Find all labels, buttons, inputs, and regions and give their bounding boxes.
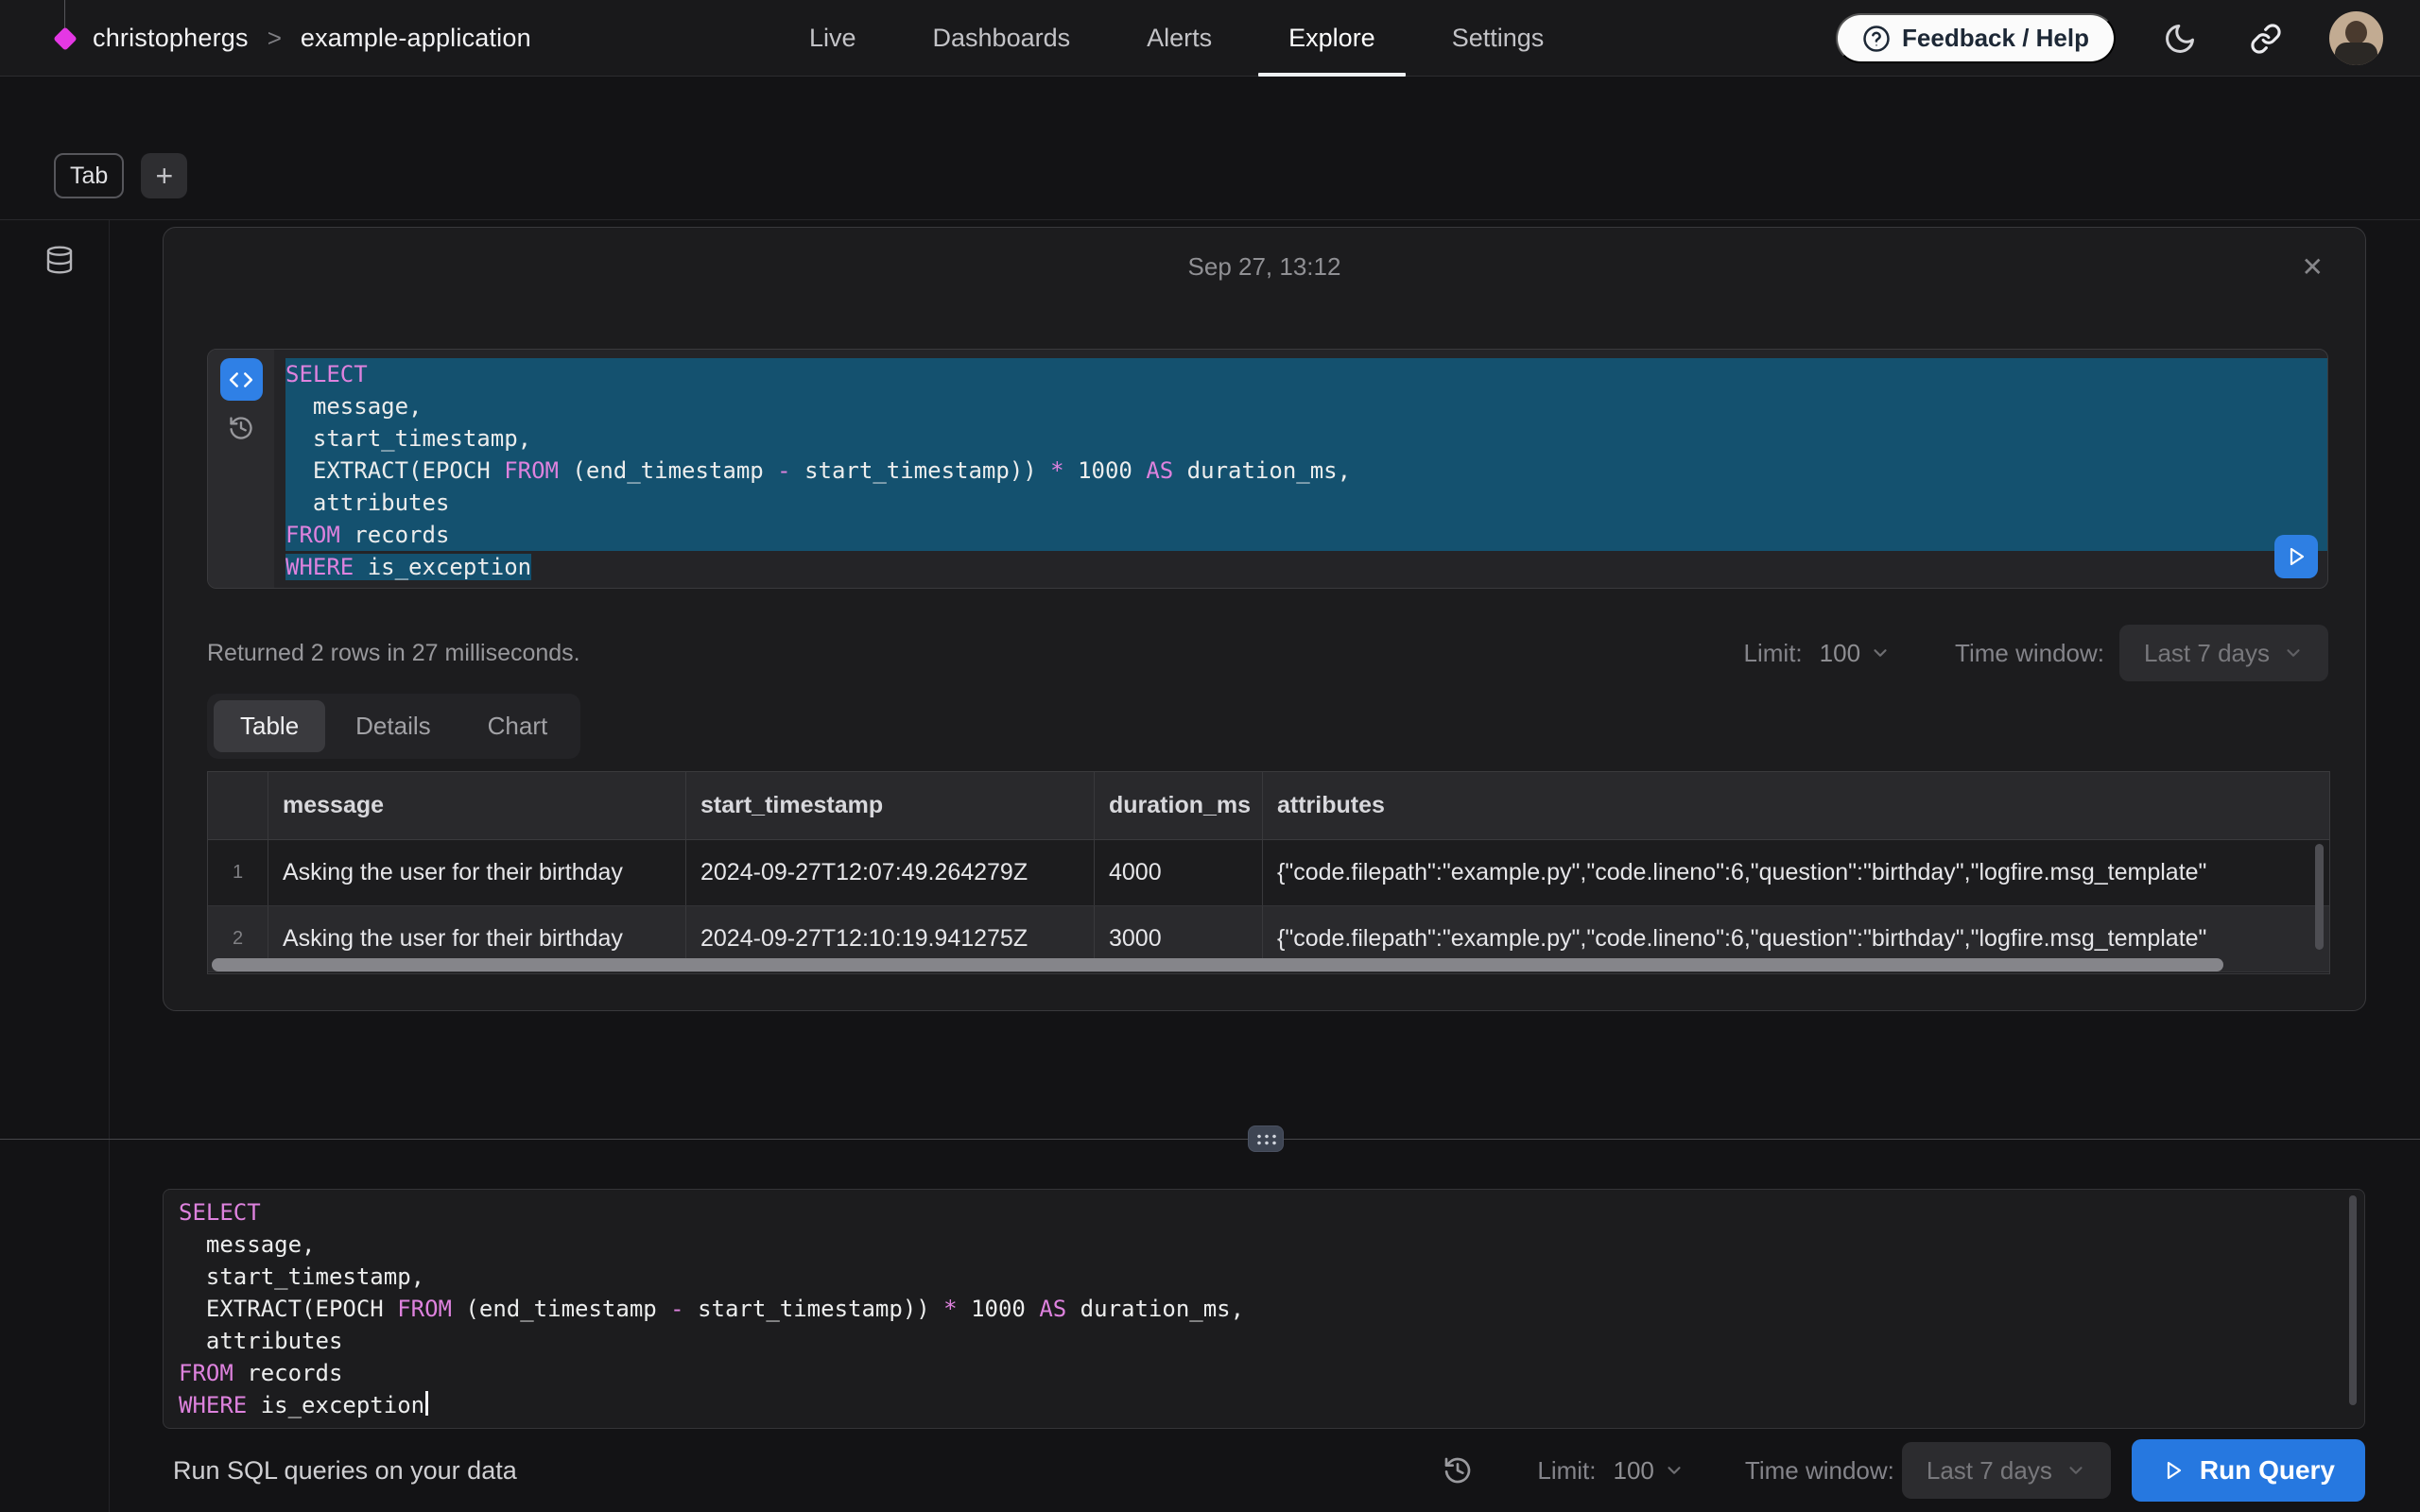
content-divider <box>0 219 2420 220</box>
time-window-value: Last 7 days <box>1927 1456 2052 1486</box>
nav-item-live[interactable]: Live <box>809 0 856 77</box>
run-query-icon-button[interactable] <box>2274 535 2318 578</box>
nav-item-settings[interactable]: Settings <box>1452 0 1545 77</box>
limit-value[interactable]: 100 <box>1820 639 1860 668</box>
time-window-select[interactable]: Last 7 days <box>2119 625 2328 681</box>
editor-scrollbar[interactable] <box>2349 1195 2357 1405</box>
schema-database-icon[interactable] <box>39 244 80 276</box>
breadcrumb-org[interactable]: christophergs <box>93 24 249 53</box>
cell-start-timestamp: 2024-09-27T12:07:49.264279Z <box>686 840 1095 905</box>
drag-dots-icon <box>1255 1133 1277 1145</box>
column-header-message[interactable]: message <box>268 772 686 839</box>
editor-hint: Run SQL queries on your data <box>173 1456 517 1486</box>
query-timestamp: Sep 27, 13:12 <box>164 252 2365 282</box>
cell-message: Asking the user for their birthday <box>268 840 686 905</box>
chevron-down-icon[interactable] <box>1870 643 1891 663</box>
result-summary: Returned 2 rows in 27 milliseconds. <box>207 640 580 667</box>
explore-page: christophergs > example-application Live… <box>0 0 2420 1512</box>
history-icon[interactable] <box>1437 1454 1478 1486</box>
breadcrumb: christophergs > example-application <box>55 0 531 77</box>
chevron-down-icon <box>2283 643 2304 663</box>
sql-code[interactable]: SELECT message, start_timestamp, EXTRACT… <box>179 1196 2364 1421</box>
executed-sql-code[interactable]: SELECT message, start_timestamp, EXTRACT… <box>274 350 2327 588</box>
vertical-scrollbar[interactable] <box>2315 844 2324 950</box>
cell-duration-ms: 4000 <box>1095 840 1263 905</box>
tab-table[interactable]: Table <box>214 700 325 752</box>
time-window-value: Last 7 days <box>2144 639 2270 668</box>
feedback-help-button[interactable]: Feedback / Help <box>1836 13 2116 63</box>
horizontal-scrollbar[interactable] <box>212 958 2223 971</box>
limit-label: Limit: <box>1744 639 1803 668</box>
breadcrumb-separator-icon: > <box>268 24 282 53</box>
nav-item-dashboards[interactable]: Dashboards <box>933 0 1071 77</box>
time-window-select[interactable]: Last 7 days <box>1902 1442 2111 1499</box>
result-view-tabs: Table Details Chart <box>207 694 580 759</box>
tab-details[interactable]: Details <box>329 700 457 752</box>
table-row[interactable]: 1 Asking the user for their birthday 202… <box>208 840 2329 906</box>
sql-query-editor[interactable]: SELECT message, start_timestamp, EXTRACT… <box>163 1189 2365 1429</box>
result-meta-row: Returned 2 rows in 27 milliseconds. Limi… <box>207 625 2328 681</box>
limit-label: Limit: <box>1537 1456 1596 1486</box>
query-tabs-bar: Tab + <box>54 153 187 198</box>
avatar-head <box>2345 21 2367 44</box>
splitter-line <box>0 1139 2420 1140</box>
row-number: 1 <box>208 840 268 905</box>
breadcrumb-project[interactable]: example-application <box>301 24 531 53</box>
time-window-label: Time window: <box>1955 639 2104 668</box>
query-tab[interactable]: Tab <box>54 153 124 198</box>
share-link-icon[interactable] <box>2244 22 2288 56</box>
table-header-row: message start_timestamp duration_ms attr… <box>208 772 2329 840</box>
theme-toggle-moon-icon[interactable] <box>2157 21 2203 57</box>
chevron-down-icon[interactable] <box>1664 1460 1685 1481</box>
nav-item-explore[interactable]: Explore <box>1288 0 1375 77</box>
user-avatar[interactable] <box>2329 11 2383 65</box>
editor-gutter <box>208 350 274 588</box>
results-table: message start_timestamp duration_ms attr… <box>207 771 2330 974</box>
limit-value[interactable]: 100 <box>1614 1456 1654 1486</box>
main-nav: Live Dashboards Alerts Explore Settings <box>809 0 1544 77</box>
sidebar-divider <box>109 220 110 1512</box>
run-query-label: Run Query <box>2200 1455 2335 1486</box>
column-header-start-timestamp[interactable]: start_timestamp <box>686 772 1095 839</box>
run-query-button[interactable]: Run Query <box>2132 1439 2365 1502</box>
close-icon[interactable]: ✕ <box>2298 250 2327 284</box>
play-icon <box>2162 1459 2185 1482</box>
tab-chart[interactable]: Chart <box>461 700 575 752</box>
chevron-down-icon <box>2066 1460 2086 1481</box>
query-result-card: Sep 27, 13:12 ✕ SELECT message, start_ti… <box>163 227 2366 1011</box>
logfire-logo-icon[interactable] <box>53 26 77 50</box>
column-header-rownum <box>208 772 268 839</box>
time-window-label: Time window: <box>1745 1456 1894 1486</box>
top-nav: christophergs > example-application Live… <box>0 0 2420 77</box>
nav-item-alerts[interactable]: Alerts <box>1147 0 1212 77</box>
avatar-torso <box>2335 43 2377 65</box>
nav-right-actions: Feedback / Help <box>1836 0 2383 77</box>
question-circle-icon <box>1862 25 1891 53</box>
column-header-duration-ms[interactable]: duration_ms <box>1095 772 1263 839</box>
text-cursor <box>425 1391 428 1416</box>
executed-sql-editor: SELECT message, start_timestamp, EXTRACT… <box>207 349 2328 589</box>
history-icon[interactable] <box>222 414 260 442</box>
bottom-action-bar: Run SQL queries on your data Limit: 100 … <box>0 1429 2420 1512</box>
feedback-help-label: Feedback / Help <box>1902 24 2089 53</box>
cell-attributes: {"code.filepath":"example.py","code.line… <box>1263 840 2329 905</box>
splitter-drag-handle[interactable] <box>1248 1125 1284 1152</box>
code-view-icon[interactable] <box>220 358 263 401</box>
column-header-attributes[interactable]: attributes <box>1263 772 2329 839</box>
add-tab-button[interactable]: + <box>141 153 187 198</box>
